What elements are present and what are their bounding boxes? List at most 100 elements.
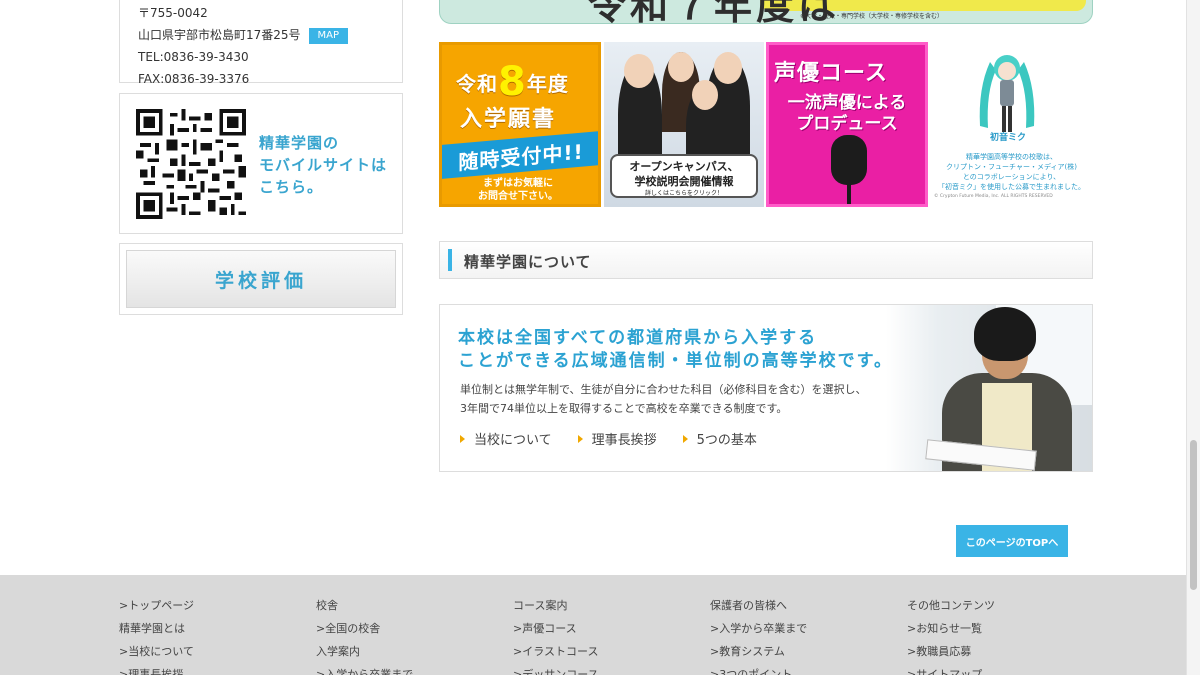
student-face bbox=[692, 80, 718, 110]
miku-copyright: © Crypton Future Media, Inc. ALL RIGHTS … bbox=[934, 194, 1053, 199]
scrollbar-thumb[interactable] bbox=[1190, 440, 1197, 590]
student-face bbox=[624, 54, 654, 88]
miku-character-icon bbox=[979, 55, 1035, 132]
application-note-1: まずはお気軽に bbox=[483, 178, 553, 189]
footer-column-2: 校舎 >全国の校舎 入学案内 >入学から卒業まで bbox=[316, 594, 506, 675]
fax-number: FAX:0836-39-3376 bbox=[138, 72, 250, 86]
page-top-button[interactable]: このページのTOPへ bbox=[956, 525, 1068, 557]
school-evaluation-button[interactable]: 学校評価 bbox=[126, 250, 396, 308]
mobile-site-banner[interactable]: 精華学園の モバイルサイトは こちら。 bbox=[119, 93, 403, 234]
link-chairman-greeting[interactable]: 理事長挨拶 bbox=[577, 429, 657, 448]
voice-course-title: 声優コース bbox=[774, 61, 888, 86]
application-era: 令和 bbox=[456, 72, 498, 96]
banner-tiles: 令和8年度 入学願書 随時受付中!! まずはお気軽に お問合せ下さい。 オープン… bbox=[439, 42, 1093, 207]
microphone-stand bbox=[847, 183, 851, 204]
mobile-line-1: 精華学園の bbox=[259, 134, 340, 152]
contact-box: 〒755-0042 山口県宇部市松島町17番25号 MAP TEL:0836-39… bbox=[119, 0, 403, 86]
application-year-number: 8 bbox=[498, 59, 527, 105]
footer-link[interactable]: >サイトマップ bbox=[907, 663, 1097, 675]
page: 令和７年度は ※大学・短大・専門学校（大学校・専修学校を含む） 〒755-004… bbox=[0, 0, 1200, 675]
footer-link[interactable]: >入学から卒業まで bbox=[316, 663, 506, 675]
mobile-line-3: こちら。 bbox=[259, 178, 324, 196]
application-ribbon: 随時受付中!! bbox=[442, 130, 598, 180]
footer-link[interactable]: >全国の校舎 bbox=[316, 617, 506, 640]
student-face bbox=[714, 52, 742, 84]
voice-course-banner[interactable]: 声優コース 一流声優による プロデュース bbox=[766, 42, 928, 207]
miku-line-3: とのコラボレーションにより、 bbox=[962, 173, 1061, 181]
about-section-header: 精華学園について bbox=[439, 241, 1093, 279]
footer-heading[interactable]: 精華学園とは bbox=[119, 617, 309, 640]
application-year-suffix: 年度 bbox=[526, 72, 569, 96]
open-campus-caption: オープンキャンパス、 学校説明会開催情報 詳しくはこちらをクリック！ bbox=[610, 154, 758, 198]
link-label: 5つの基本 bbox=[696, 433, 757, 448]
footer-link[interactable]: >当校について bbox=[119, 640, 309, 663]
evaluation-box: 学校評価 bbox=[119, 243, 403, 315]
about-links: 当校について 理事長挨拶 5つの基本 bbox=[460, 429, 757, 448]
footer-heading[interactable]: コース案内 bbox=[513, 594, 703, 617]
miku-banner[interactable]: 初音ミク 精華学園高等学校の校歌は、 クリプトン・フューチャー・メディア(株) … bbox=[930, 42, 1093, 207]
footer-column-1: >トップページ 精華学園とは >当校について >理事長挨拶 bbox=[119, 594, 309, 675]
footer-link[interactable]: >デッサンコース bbox=[513, 663, 703, 675]
about-headline-2: ことができる広域通信制・単位制の高等学校です。 bbox=[458, 351, 893, 371]
application-note-2: お問合せ下さい。 bbox=[478, 191, 558, 202]
link-five-basics[interactable]: 5つの基本 bbox=[682, 429, 757, 448]
tel-number: TEL:0836-39-3430 bbox=[138, 50, 249, 64]
application-banner[interactable]: 令和8年度 入学願書 随時受付中!! まずはお気軽に お問合せ下さい。 bbox=[439, 42, 601, 207]
qr-code-icon bbox=[136, 109, 246, 219]
voice-line-1: 一流声優による bbox=[787, 93, 907, 113]
footer-column-5: その他コンテンツ >お知らせ一覧 >教職員応募 >サイトマップ bbox=[907, 594, 1097, 675]
miku-logo: 初音ミク bbox=[990, 133, 1027, 143]
voice-line-2: プロデュース bbox=[796, 114, 898, 134]
student-face bbox=[668, 52, 694, 82]
voice-course-subtitle: 一流声優による プロデュース bbox=[777, 93, 917, 135]
application-year: 令和8年度 bbox=[456, 59, 569, 105]
photo-hair bbox=[974, 307, 1036, 361]
footer-link[interactable]: >教育システム bbox=[710, 640, 900, 663]
microphone-icon bbox=[831, 135, 867, 185]
open-campus-banner[interactable]: オープンキャンパス、 学校説明会開催情報 詳しくはこちらをクリック！ bbox=[604, 42, 764, 207]
application-note: まずはお気軽に お問合せ下さい。 bbox=[478, 177, 558, 203]
footer-link[interactable]: >教職員応募 bbox=[907, 640, 1097, 663]
arrow-icon bbox=[682, 434, 688, 443]
footer-link[interactable]: >入学から卒業まで bbox=[710, 617, 900, 640]
about-desc-1: 単位制とは無学年制で、生徒が自分に合わせた科目（必修科目を含む）を選択し、 bbox=[460, 383, 867, 396]
footer: >トップページ 精華学園とは >当校について >理事長挨拶 校舎 >全国の校舎 … bbox=[0, 575, 1186, 675]
mobile-site-text: 精華学園の モバイルサイトは こちら。 bbox=[259, 132, 387, 198]
miku-description: 精華学園高等学校の校歌は、 クリプトン・フューチャー・メディア(株) とのコラボ… bbox=[930, 152, 1093, 192]
address-text: 山口県宇部市松島町17番25号 bbox=[138, 28, 301, 42]
footer-heading[interactable]: 校舎 bbox=[316, 594, 506, 617]
open-campus-line-1: オープンキャンパス、 bbox=[629, 160, 739, 173]
footer-heading[interactable]: 入学案内 bbox=[316, 640, 506, 663]
miku-line-4: 「初音ミク」を使用した公募で生まれました。 bbox=[938, 183, 1085, 191]
footer-link[interactable]: >イラストコース bbox=[513, 640, 703, 663]
footer-heading[interactable]: その他コンテンツ bbox=[907, 594, 1097, 617]
top-banner-note: ※大学・短大・専門学校（大学校・専修学校を含む） bbox=[800, 13, 944, 20]
footer-link[interactable]: >トップページ bbox=[119, 594, 309, 617]
footer-column-3: コース案内 >声優コース >イラストコース >デッサンコース bbox=[513, 594, 703, 675]
application-title: 入学願書 bbox=[460, 107, 557, 132]
link-label: 理事長挨拶 bbox=[591, 433, 657, 448]
footer-link[interactable]: >理事長挨拶 bbox=[119, 663, 309, 675]
link-about-school[interactable]: 当校について bbox=[460, 429, 552, 448]
about-section-title: 精華学園について bbox=[464, 253, 592, 271]
miku-line-2: クリプトン・フューチャー・メディア(株) bbox=[946, 163, 1077, 171]
link-label: 当校について bbox=[474, 433, 552, 448]
map-button[interactable]: MAP bbox=[308, 28, 349, 44]
arrow-icon bbox=[460, 434, 465, 443]
vertical-scrollbar[interactable] bbox=[1186, 0, 1200, 675]
address-line: 山口県宇部市松島町17番25号 MAP bbox=[138, 24, 402, 46]
about-description: 単位制とは無学年制で、生徒が自分に合わせた科目（必修科目を含む）を選択し、 3年… bbox=[460, 380, 867, 418]
footer-link[interactable]: >3つのポイント bbox=[710, 663, 900, 675]
open-campus-line-2: 学校説明会開催情報 bbox=[634, 175, 734, 188]
about-desc-2: 3年間で74単位以上を取得することで高校を卒業できる制度です。 bbox=[460, 402, 788, 415]
footer-link[interactable]: >お知らせ一覧 bbox=[907, 617, 1097, 640]
mobile-line-2: モバイルサイトは bbox=[259, 156, 388, 174]
miku-line-1: 精華学園高等学校の校歌は、 bbox=[966, 153, 1057, 161]
footer-link[interactable]: >声優コース bbox=[513, 617, 703, 640]
about-box: 本校は全国すべての都道府県から入学する ことができる広域通信制・単位制の高等学校… bbox=[439, 304, 1093, 472]
student-photo bbox=[886, 305, 1092, 471]
top-banner[interactable]: 令和７年度は ※大学・短大・専門学校（大学校・専修学校を含む） bbox=[439, 0, 1093, 28]
arrow-icon bbox=[577, 434, 583, 443]
footer-column-4: 保護者の皆様へ >入学から卒業まで >教育システム >3つのポイント bbox=[710, 594, 900, 675]
footer-heading[interactable]: 保護者の皆様へ bbox=[710, 594, 900, 617]
